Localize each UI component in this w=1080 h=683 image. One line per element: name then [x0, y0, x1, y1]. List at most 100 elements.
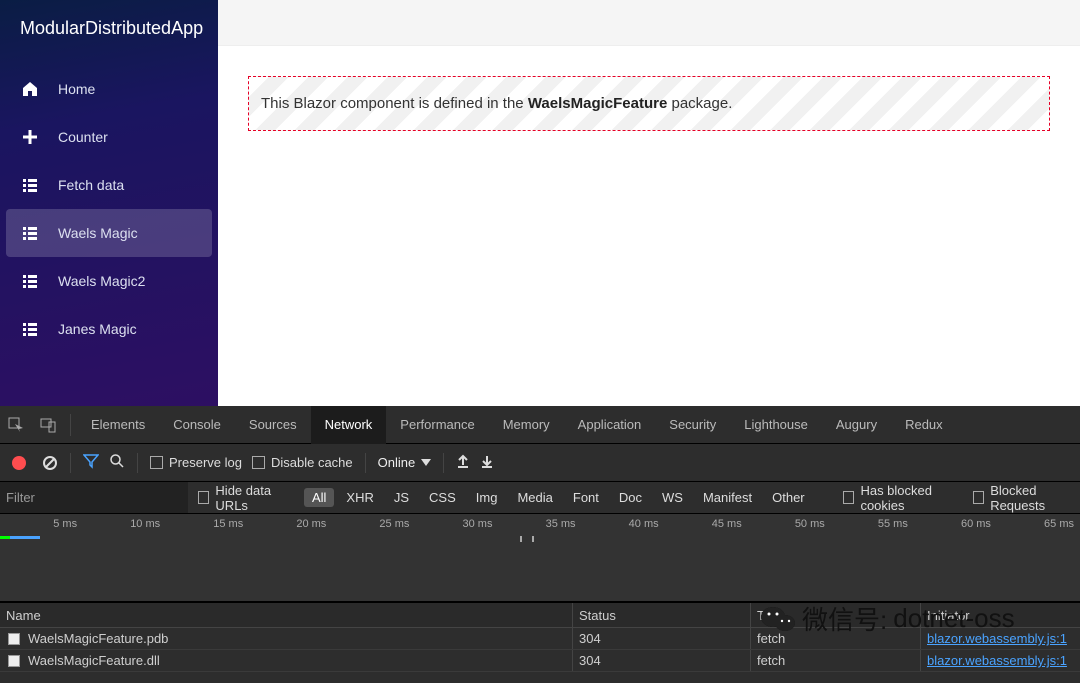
filter-toggle-icon[interactable]	[83, 453, 99, 472]
app-window: ModularDistributedApp HomeCounterFetch d…	[0, 0, 1080, 406]
col-name[interactable]: Name	[0, 603, 573, 627]
throttling-value: Online	[378, 455, 416, 470]
tab-memory[interactable]: Memory	[489, 406, 564, 444]
tab-security[interactable]: Security	[655, 406, 730, 444]
blocked-requests-checkbox[interactable]: Blocked Requests	[973, 483, 1080, 513]
timeline-tick: 65 ms	[997, 514, 1080, 601]
tab-sources[interactable]: Sources	[235, 406, 311, 444]
hide-data-urls-label: Hide data URLs	[215, 483, 294, 513]
network-timeline[interactable]: 5 ms10 ms15 ms20 ms25 ms30 ms35 ms40 ms4…	[0, 514, 1080, 602]
sidebar-item-fetch-data[interactable]: Fetch data	[6, 161, 212, 209]
separator	[365, 453, 366, 473]
initiator-link[interactable]: blazor.webassembly.js:1	[927, 653, 1067, 668]
type-filter-all[interactable]: All	[304, 488, 334, 507]
type-filter-manifest[interactable]: Manifest	[695, 488, 760, 507]
sidebar-item-janes-magic[interactable]: Janes Magic	[6, 305, 212, 353]
network-toolbar: Preserve log Disable cache Online	[0, 444, 1080, 482]
search-icon[interactable]	[109, 453, 125, 472]
timeline-tick-label: 30 ms	[463, 518, 493, 530]
timeline-tick: 20 ms	[249, 514, 332, 601]
devtools-panel: ElementsConsoleSourcesNetworkPerformance…	[0, 406, 1080, 683]
inspect-element-icon[interactable]	[0, 406, 32, 444]
type-filter-other[interactable]: Other	[764, 488, 813, 507]
sidebar-item-label: Fetch data	[58, 177, 124, 193]
type-filter-doc[interactable]: Doc	[611, 488, 650, 507]
col-initiator[interactable]: Initiator	[921, 603, 1080, 627]
sidebar-item-waels-magic2[interactable]: Waels Magic2	[6, 257, 212, 305]
sidebar-item-label: Counter	[58, 129, 108, 145]
timeline-tick: 25 ms	[332, 514, 415, 601]
cell-type: fetch	[751, 628, 921, 649]
content-area: This Blazor component is defined in the …	[218, 0, 1080, 406]
hide-data-urls-checkbox[interactable]: Hide data URLs	[198, 483, 294, 513]
table-row[interactable]: WaelsMagicFeature.pdb304fetch blazor.weba…	[0, 628, 1080, 650]
timeline-tick: 40 ms	[582, 514, 665, 601]
list-icon	[20, 223, 40, 243]
timeline-tick: 50 ms	[748, 514, 831, 601]
tab-console[interactable]: Console	[159, 406, 235, 444]
upload-har-icon[interactable]	[456, 454, 470, 471]
cell-initiator: blazor.webassembly.js:1	[921, 628, 1080, 649]
timeline-tick-label: 5 ms	[53, 518, 77, 530]
sidebar-nav: Home Counter Fetch data Waels MagicWaels Ma…	[0, 61, 218, 357]
record-button[interactable]	[12, 456, 26, 470]
tab-network[interactable]: Network	[311, 406, 387, 444]
separator	[70, 414, 71, 436]
sidebar-item-label: Home	[58, 81, 95, 97]
tab-redux[interactable]: Redux	[891, 406, 957, 444]
tab-application[interactable]: Application	[564, 406, 656, 444]
timeline-tick-label: 50 ms	[795, 518, 825, 530]
blocked-requests-label: Blocked Requests	[990, 483, 1080, 513]
type-filter-xhr[interactable]: XHR	[338, 488, 381, 507]
type-filter-img[interactable]: Img	[468, 488, 506, 507]
table-row[interactable]: WaelsMagicFeature.dll304fetchblazor.weba…	[0, 650, 1080, 672]
tab-elements[interactable]: Elements	[77, 406, 159, 444]
type-filter-media[interactable]: Media	[509, 488, 560, 507]
timeline-tick-label: 25 ms	[379, 518, 409, 530]
list-icon	[20, 175, 40, 195]
cell-name: WaelsMagicFeature.pdb	[0, 628, 573, 649]
filter-input[interactable]	[0, 482, 188, 513]
preserve-log-checkbox[interactable]: Preserve log	[150, 455, 242, 470]
tab-augury[interactable]: Augury	[822, 406, 891, 444]
sidebar-item-home[interactable]: Home	[6, 65, 212, 113]
cell-type: fetch	[751, 650, 921, 671]
timeline-tick-label: 20 ms	[296, 518, 326, 530]
tab-lighthouse[interactable]: Lighthouse	[730, 406, 822, 444]
device-toggle-icon[interactable]	[32, 406, 64, 444]
tab-performance[interactable]: Performance	[386, 406, 488, 444]
plus-icon	[20, 127, 40, 147]
initiator-link[interactable]: blazor.webassembly.js:1	[927, 631, 1067, 646]
download-har-icon[interactable]	[480, 454, 494, 471]
sidebar-item-waels-magic[interactable]: Waels Magic	[6, 209, 212, 257]
timeline-tick: 15 ms	[166, 514, 249, 601]
timeline-tick-label: 65 ms	[1044, 518, 1074, 530]
sidebar: ModularDistributedApp HomeCounterFetch d…	[0, 0, 218, 406]
checkbox-box	[252, 456, 265, 469]
type-filter-css[interactable]: CSS	[421, 488, 464, 507]
sidebar-item-counter[interactable]: Counter	[6, 113, 212, 161]
type-filter-js[interactable]: JS	[386, 488, 417, 507]
cell-status: 304	[573, 628, 751, 649]
disable-cache-checkbox[interactable]: Disable cache	[252, 455, 353, 470]
timeline-tick: 5 ms	[0, 514, 83, 601]
clear-button[interactable]	[42, 455, 58, 471]
disable-cache-label: Disable cache	[271, 455, 353, 470]
checkbox-box	[973, 491, 984, 504]
timeline-tick: 55 ms	[831, 514, 914, 601]
sidebar-item-label: Janes Magic	[58, 321, 137, 337]
type-filter-font[interactable]: Font	[565, 488, 607, 507]
timeline-tick: 45 ms	[665, 514, 748, 601]
has-blocked-cookies-checkbox[interactable]: Has blocked cookies	[843, 483, 963, 513]
timeline-tick: 30 ms	[415, 514, 498, 601]
content-topbar	[218, 0, 1080, 46]
col-status[interactable]: Status	[573, 603, 751, 627]
feature-alert: This Blazor component is defined in the …	[248, 76, 1050, 131]
col-type[interactable]: Type	[751, 603, 921, 627]
type-filter-ws[interactable]: WS	[654, 488, 691, 507]
throttling-select[interactable]: Online	[378, 455, 432, 470]
alert-text-bold: WaelsMagicFeature	[528, 95, 668, 112]
table-header: Name Status Type Initiator	[0, 602, 1080, 628]
type-filters: AllXHR JSCSSImgMedia FontDocWSManifestOthe…	[304, 488, 813, 507]
timeline-tick: 10 ms	[83, 514, 166, 601]
